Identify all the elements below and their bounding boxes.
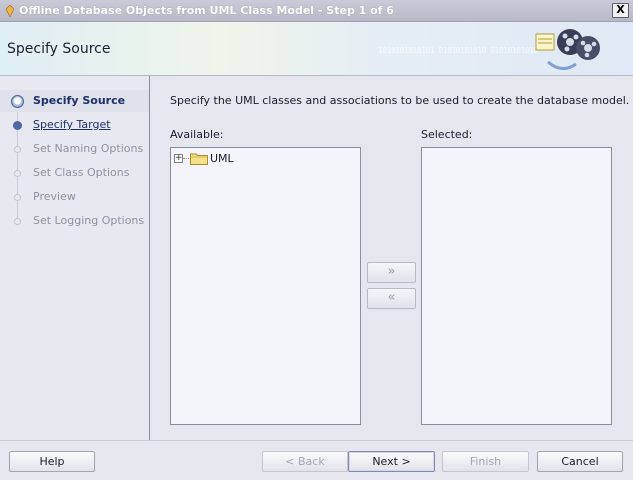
footer-divider bbox=[0, 440, 633, 441]
help-button[interactable]: Help bbox=[9, 451, 95, 472]
page-title: Specify Source bbox=[7, 41, 111, 57]
finish-button[interactable]: Finish bbox=[442, 451, 529, 472]
next-button[interactable]: Next > bbox=[348, 451, 435, 472]
step-label: Set Class Options bbox=[33, 166, 130, 179]
step-specify-target[interactable]: Specify Target bbox=[0, 114, 149, 136]
selected-list[interactable] bbox=[421, 147, 612, 425]
available-label: Available: bbox=[170, 128, 224, 141]
window-title: Offline Database Objects from UML Class … bbox=[19, 4, 394, 17]
instructions-text: Specify the UML classes and associations… bbox=[170, 94, 630, 107]
step-bullet-icon bbox=[14, 218, 21, 225]
step-bullet-icon bbox=[14, 194, 21, 201]
available-tree[interactable]: + UML bbox=[170, 147, 361, 425]
wizard-header: Specify Source 1010101010101 01010101010… bbox=[0, 22, 633, 76]
step-label: Preview bbox=[33, 190, 76, 203]
step-set-logging-options: Set Logging Options bbox=[0, 210, 149, 232]
step-specify-source[interactable]: Specify Source bbox=[0, 90, 149, 112]
selected-label: Selected: bbox=[421, 128, 473, 141]
step-bullet-icon bbox=[14, 170, 21, 177]
binary-decoration: 1010101010101 01010101010 01010101010 bbox=[378, 46, 538, 55]
step-preview: Preview bbox=[0, 186, 149, 208]
step-bullet-icon bbox=[14, 146, 21, 153]
tree-node-label: UML bbox=[210, 152, 234, 165]
jdeveloper-icon bbox=[5, 5, 15, 17]
folder-icon bbox=[190, 153, 208, 165]
database-reels-icon bbox=[535, 29, 600, 70]
step-navigation: Specify Source Specify Target Set Naming… bbox=[0, 76, 150, 440]
move-left-button[interactable]: « bbox=[367, 288, 416, 309]
cancel-button[interactable]: Cancel bbox=[537, 451, 623, 472]
current-step-icon bbox=[11, 95, 24, 108]
step-label: Specify Target bbox=[33, 118, 111, 131]
step-label: Specify Source bbox=[33, 94, 126, 107]
title-bar: Offline Database Objects from UML Class … bbox=[0, 0, 633, 22]
step-label: Set Logging Options bbox=[33, 214, 145, 227]
step-label: Set Naming Options bbox=[33, 142, 144, 155]
step-set-naming-options: Set Naming Options bbox=[0, 138, 149, 160]
expand-icon[interactable]: + bbox=[174, 154, 183, 163]
close-button[interactable]: X bbox=[612, 3, 629, 18]
main-content: Specify the UML classes and associations… bbox=[151, 76, 633, 440]
move-right-button[interactable]: » bbox=[367, 262, 416, 283]
step-bullet-icon bbox=[13, 121, 22, 130]
tree-connector bbox=[183, 158, 189, 159]
step-set-class-options: Set Class Options bbox=[0, 162, 149, 184]
back-button[interactable]: < Back bbox=[262, 451, 348, 472]
